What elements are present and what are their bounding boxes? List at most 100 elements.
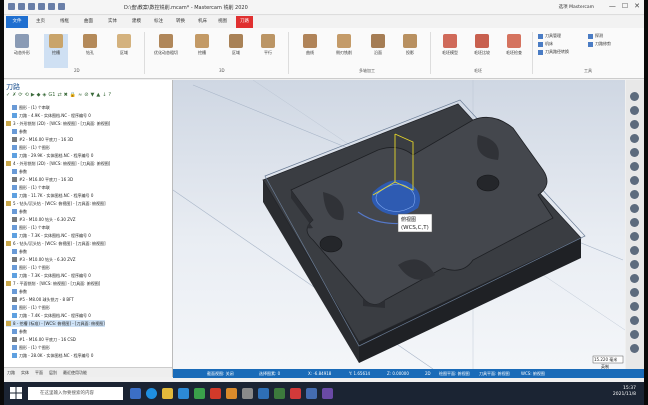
operation-row[interactable]: 8 - 挖槽 (标准) - [WCS: 俯视图] - [刀具面: 俯视图]	[6, 320, 105, 327]
wechat-icon[interactable]	[194, 388, 205, 399]
tab-view[interactable]: 视图	[218, 18, 227, 24]
tree-row[interactable]: 刀路 - 7.3K - 实体图档.NC - 程序编号 0	[12, 272, 91, 279]
attributes-icon[interactable]	[630, 316, 639, 325]
trim-toolpath-button[interactable]: 刀路修剪	[588, 41, 611, 47]
app-icon[interactable]	[226, 388, 237, 399]
save-icon[interactable]	[28, 3, 35, 10]
toolpath-transform-button[interactable]: 刀具路径转换	[538, 49, 569, 55]
high-feed-icon[interactable]: ⇄	[57, 92, 61, 98]
pocket-button[interactable]: 挖槽	[44, 34, 68, 68]
wcs-status[interactable]: WCS: 俯视图	[521, 371, 545, 377]
view-front-icon[interactable]	[630, 120, 639, 129]
store-icon[interactable]	[178, 388, 189, 399]
zoom-out-icon[interactable]	[630, 176, 639, 185]
mastercam-taskbar-icon[interactable]	[290, 388, 301, 399]
tree-row[interactable]: #3 - M10.00 钻头 - 6.30 ZVZ	[12, 256, 75, 263]
tab-home[interactable]: 主页	[36, 18, 45, 24]
tree-row[interactable]: 刀路 - 7.4K - 实体图档.NC - 程序编号 0	[12, 312, 91, 319]
settings-icon[interactable]	[630, 344, 639, 353]
operation-row[interactable]: 7 - 平面铣削 - [WCS: 俯视图] - [刀具面: 俯视图]	[6, 280, 100, 287]
tree-row[interactable]: 参数	[12, 248, 27, 255]
lock-icon[interactable]: 🔒	[70, 92, 76, 98]
app-icon[interactable]	[258, 388, 269, 399]
new-file-icon[interactable]	[8, 3, 15, 10]
restore-button[interactable]: ☐	[622, 2, 628, 10]
tree-row[interactable]: 刀路 - 28.0K - 实体图档.NC - 程序编号 0	[12, 352, 93, 359]
tab-model-prep[interactable]: 建模	[132, 18, 141, 24]
tree-row[interactable]: 图形 - (1) 个串联	[12, 184, 50, 191]
drill-button[interactable]: 钻孔	[78, 34, 102, 56]
tree-row[interactable]: #2 - M16.00 平底刀 - 16 3D	[12, 136, 73, 143]
select-all-icon[interactable]: ✓	[6, 92, 10, 98]
tab-machine[interactable]: 机床	[198, 18, 207, 24]
swarf-button[interactable]: 侧刃铣削	[332, 34, 356, 56]
pocket-3d-button[interactable]: 挖槽	[190, 34, 214, 56]
view-top-icon[interactable]	[630, 106, 639, 115]
probe-button[interactable]: 探测	[588, 33, 603, 39]
stock-model-button[interactable]: 毛坯模型	[438, 34, 462, 56]
cplane-status[interactable]: 绘图平面: 俯视图	[439, 371, 470, 377]
help-icon[interactable]: ?	[108, 92, 111, 98]
operation-row[interactable]: 5 - 钻头/沉头钻 - [WCS: 俯视图] - [刀具面: 俯视图]	[6, 200, 106, 207]
machine-button[interactable]: 机床	[538, 41, 553, 47]
task-view-icon[interactable]	[130, 388, 141, 399]
shading-icon[interactable]	[630, 204, 639, 213]
tree-row[interactable]: 图形 - (1) 个图形	[12, 144, 50, 151]
wireframe-icon[interactable]	[630, 218, 639, 227]
stock-compare-button[interactable]: 毛坯比较	[470, 34, 494, 56]
dynamic-contour-button[interactable]: 动态外形	[10, 34, 34, 56]
redo-icon[interactable]	[58, 3, 65, 10]
edge-browser-icon[interactable]	[146, 388, 157, 399]
delete-entities-icon[interactable]	[630, 260, 639, 269]
tree-row[interactable]: 图形 - (1) 个串联	[12, 104, 50, 111]
panel-tab-solids[interactable]: 实体	[21, 368, 29, 377]
tool-manager-button[interactable]: 刀具管理	[538, 33, 561, 39]
tree-row[interactable]: 参数	[12, 328, 27, 335]
tab-toolpaths[interactable]: 刀路	[236, 16, 253, 28]
app-icon[interactable]	[322, 388, 333, 399]
delete-icon[interactable]: ✖	[64, 92, 68, 98]
tab-drafting[interactable]: 标注	[154, 18, 163, 24]
tree-row[interactable]: 刀路 - 7.3K - 实体图档.NC - 程序编号 0	[12, 232, 91, 239]
screen-icon[interactable]	[630, 330, 639, 339]
tab-surface[interactable]: 曲面	[84, 18, 93, 24]
flowline-button[interactable]: 沿面	[366, 34, 390, 56]
optirough-button[interactable]: 优化动态粗切	[154, 34, 178, 56]
verify-icon[interactable]: ◆	[37, 92, 41, 98]
panel-tab-recent[interactable]: 最近使用功能	[63, 368, 87, 377]
tree-row[interactable]: 参数	[12, 288, 27, 295]
move-down-icon[interactable]: ▼	[91, 92, 95, 98]
insert-arrow-icon[interactable]: ↓	[102, 92, 106, 98]
regenerate-dirty-icon[interactable]: ⟲	[25, 92, 29, 98]
tree-row[interactable]: #2 - M16.00 平底刀 - 16 3D	[12, 176, 73, 183]
windows-start-icon[interactable]	[10, 387, 22, 399]
zoom-in-icon[interactable]	[630, 162, 639, 171]
view-iso-icon[interactable]	[630, 148, 639, 157]
panel-tab-planes[interactable]: 平面	[35, 368, 43, 377]
level-icon[interactable]	[630, 288, 639, 297]
graphics-viewport[interactable]: 俯视图 (WCS,C,T) 15.220 毫米 英制	[173, 80, 625, 369]
hide-icon[interactable]	[630, 274, 639, 283]
tree-row[interactable]: 刀路 - 4.9K - 实体图档.NC - 程序编号 0	[12, 112, 91, 119]
tree-row[interactable]: 图形 - (1) 个图形	[12, 304, 50, 311]
tab-file[interactable]: 文件	[6, 16, 28, 28]
area-2d-button[interactable]: 区域	[112, 34, 136, 56]
stock-check-button[interactable]: 毛坯检查	[502, 34, 526, 56]
file-explorer-icon[interactable]	[162, 388, 173, 399]
operation-row[interactable]: 4 - 外形铣削 (2D) - [WCS: 俯视图] - [刀具面: 俯视图]	[6, 160, 110, 167]
move-up-icon[interactable]: ▲	[96, 92, 100, 98]
operation-row[interactable]: 6 - 钻头/沉头钻 - [WCS: 俯视图] - [刀具面: 俯视图]	[6, 240, 106, 247]
measure-icon[interactable]	[630, 246, 639, 255]
tree-row[interactable]: 图形 - (1) 个图形	[12, 344, 50, 351]
section-view-status[interactable]: 截面视图: 关闭	[207, 371, 234, 377]
project-button[interactable]: 投影	[398, 34, 422, 56]
tree-row[interactable]: #1 - M16.00 平底刀 - 16 CSD	[12, 336, 76, 343]
select-invalid-icon[interactable]: ✗	[12, 92, 16, 98]
backplot-icon[interactable]: ▶	[31, 92, 35, 98]
panel-tab-levels[interactable]: 层别	[49, 368, 57, 377]
taskbar-clock[interactable]: 15:37 2021/11/8	[613, 386, 636, 398]
open-file-icon[interactable]	[18, 3, 25, 10]
regenerate-icon[interactable]: ⟳	[18, 92, 22, 98]
parallel-button[interactable]: 平行	[256, 34, 280, 56]
app-icon[interactable]	[306, 388, 317, 399]
